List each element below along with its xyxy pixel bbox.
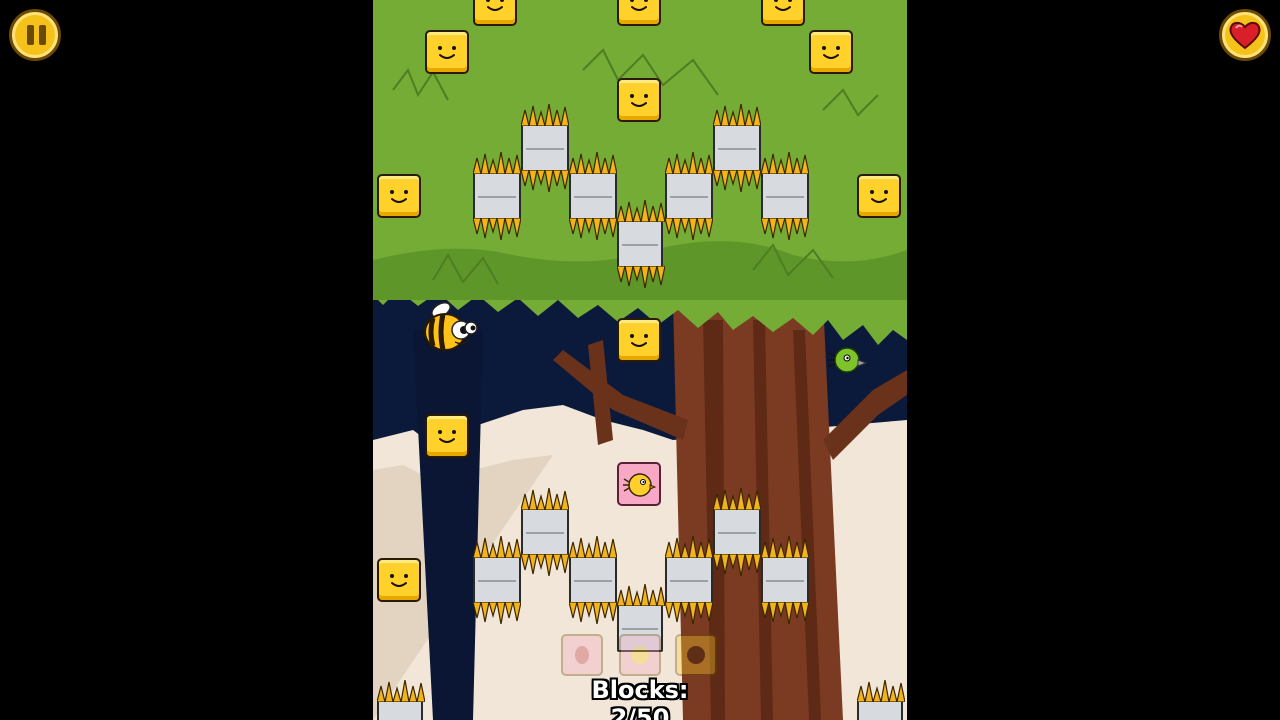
yellow-block (377, 174, 421, 218)
bee-player (424, 302, 478, 351)
spiked-stone-block (569, 152, 617, 240)
yellow-block (617, 0, 661, 26)
spiked-stone-block (713, 488, 761, 576)
spiked-stone-block (617, 200, 665, 288)
yellow-block (617, 78, 661, 122)
blocks-counter: Blocks: 2/50 (591, 676, 689, 720)
bee-token-slot (675, 634, 717, 676)
yellow-bird-icon (623, 473, 657, 497)
spiked-stone-block (857, 680, 905, 720)
lives-button[interactable] (1219, 9, 1271, 61)
yellow-block (425, 30, 469, 74)
bird-powerup-block (617, 462, 661, 506)
game-playfield[interactable]: Blocks: 2/50 (373, 0, 907, 720)
bug-token-slot (561, 634, 603, 676)
spiked-stone-block (665, 536, 713, 624)
bird-token-slot (619, 634, 661, 676)
yellow-block (473, 0, 517, 26)
yellow-block (617, 318, 661, 362)
spiked-stone-block (521, 104, 569, 192)
spiked-stone-block (665, 152, 713, 240)
spiked-stone-block (473, 536, 521, 624)
spiked-stone-block (473, 152, 521, 240)
spiked-stone-block (713, 104, 761, 192)
bee-icon (687, 646, 705, 664)
spiked-stone-block (521, 488, 569, 576)
green-bird-enemy (827, 347, 868, 373)
bird-icon (631, 646, 649, 664)
spiked-stone-block (761, 152, 809, 240)
spiked-stone-block (377, 680, 425, 720)
yellow-block (425, 414, 469, 458)
yellow-block (857, 174, 901, 218)
yellow-block (761, 0, 805, 26)
yellow-block (377, 558, 421, 602)
spiked-stone-block (569, 536, 617, 624)
pause-button[interactable] (9, 9, 61, 61)
yellow-block (809, 30, 853, 74)
spiked-stone-block (761, 536, 809, 624)
bug-icon (575, 646, 589, 664)
